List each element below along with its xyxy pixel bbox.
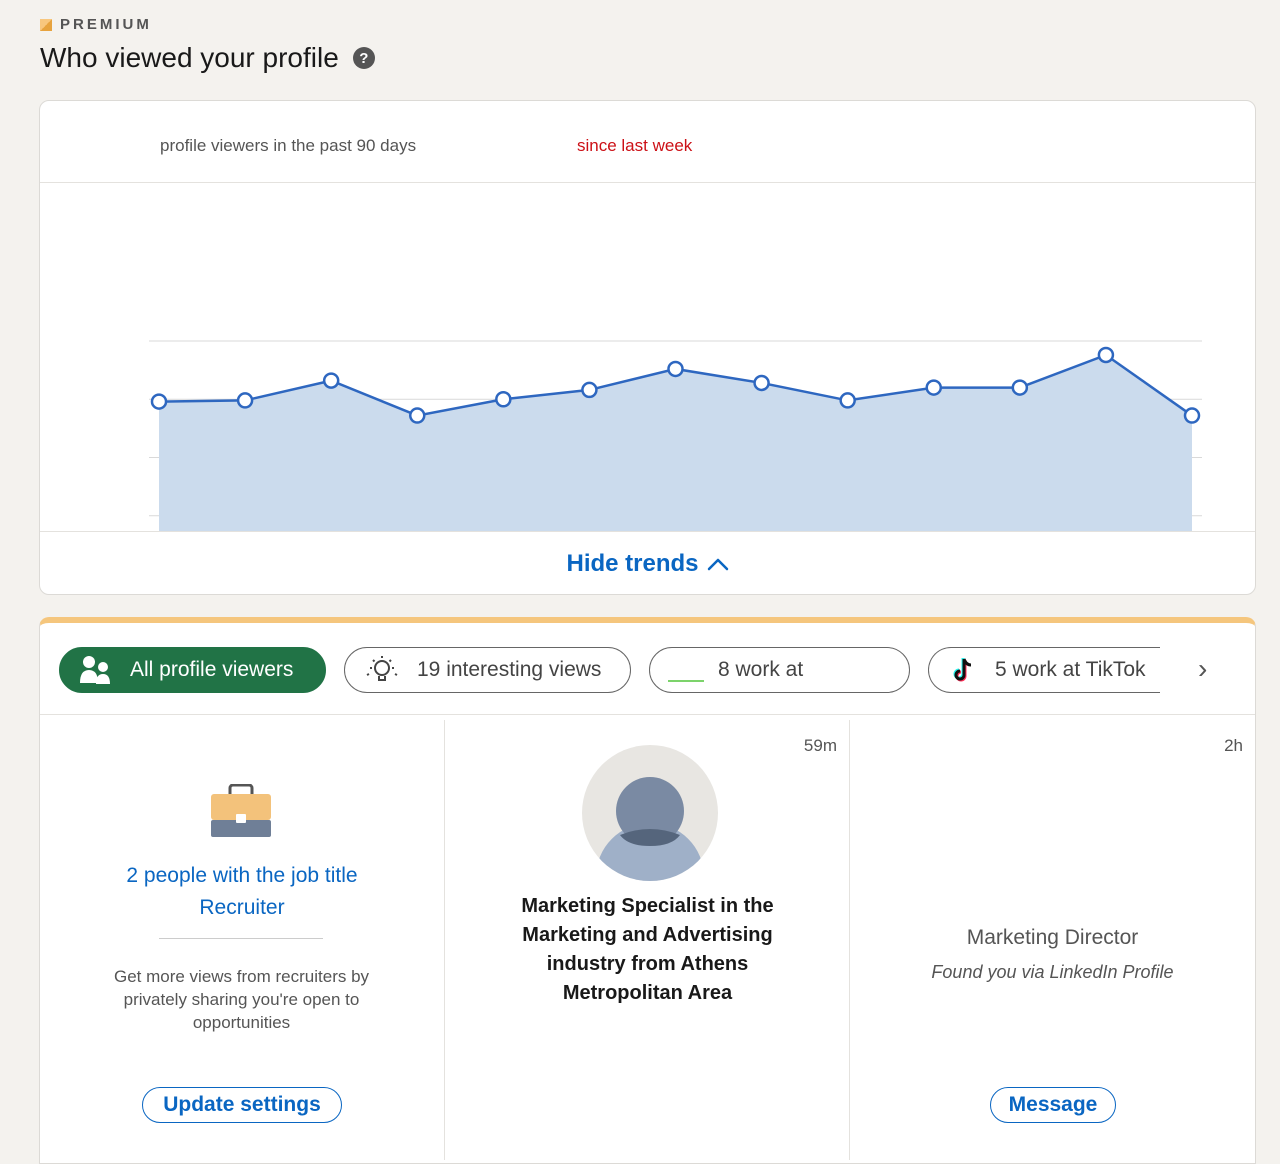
view-time: 59m bbox=[803, 736, 837, 755]
recruiter-title-line2: Recruiter bbox=[199, 896, 285, 919]
recruiter-title[interactable]: 2 people with the job title Recruiter bbox=[40, 860, 444, 924]
data-point-apr-20[interactable] bbox=[1011, 379, 1029, 396]
recruiter-insight-card: 2 people with the job title Recruiter Ge… bbox=[40, 720, 445, 1160]
question-circle-icon[interactable]: ? bbox=[352, 47, 375, 69]
data-point-mar-9[interactable] bbox=[495, 391, 512, 408]
filter-work-at-tiktok[interactable]: 5 work at TikTok bbox=[928, 647, 1160, 693]
profile-views-chart-card: profile viewers in the past 90 days sinc… bbox=[39, 100, 1256, 595]
filter-interesting-views[interactable]: 19 interesting views bbox=[344, 647, 631, 693]
filter-label: 8 work at bbox=[718, 658, 804, 681]
recruiter-title-line1: 2 people with the job title bbox=[126, 864, 358, 887]
data-point-apr-13[interactable] bbox=[925, 379, 942, 396]
filter-label: 19 interesting views bbox=[417, 658, 602, 681]
filter-all-profile-viewers[interactable]: All profile viewers bbox=[59, 647, 326, 693]
viewer-cards: 2 people with the job title Recruiter Ge… bbox=[40, 720, 1255, 1160]
change-label: since last week bbox=[577, 136, 693, 155]
filter-label: All profile viewers bbox=[130, 658, 294, 681]
filter-work-at-company[interactable]: 8 work at bbox=[649, 647, 910, 693]
page-title: Who viewed your profile ? bbox=[40, 42, 375, 74]
premium-logo-icon bbox=[40, 18, 52, 31]
message-button[interactable]: Message bbox=[990, 1087, 1116, 1123]
view-time: 2h bbox=[1224, 736, 1243, 755]
viewer-headline[interactable]: Marketing Specialist in the Marketing an… bbox=[495, 892, 800, 1008]
premium-label: PREMIUM bbox=[60, 16, 152, 33]
data-point-apr-6[interactable] bbox=[839, 392, 856, 409]
briefcase-icon bbox=[211, 784, 271, 837]
data-point-feb-9[interactable] bbox=[150, 393, 168, 410]
hide-trends-label: Hide trends bbox=[566, 549, 699, 577]
chart-summary: profile viewers in the past 90 days sinc… bbox=[40, 101, 1255, 183]
data-point-mar-2[interactable] bbox=[409, 407, 426, 424]
hide-trends-button[interactable]: Hide trends bbox=[566, 550, 728, 578]
views-trend-chart: 0Feb 9Feb 23Mar 9Mar 23Apr 6Apr 20May 4 bbox=[149, 340, 1202, 531]
divider bbox=[159, 938, 323, 939]
viewer-card-anonymous[interactable]: 59m Marketing Specialist in the Marketin… bbox=[445, 720, 850, 1160]
update-settings-button[interactable]: Update settings bbox=[142, 1087, 342, 1123]
chevron-right-icon[interactable]: › bbox=[1198, 653, 1207, 685]
data-point-feb-23[interactable] bbox=[322, 372, 340, 389]
tiktok-icon bbox=[949, 655, 979, 685]
profile-viewers-card: All profile viewers 19 interesting views bbox=[39, 617, 1256, 1164]
filter-label: 5 work at TikTok bbox=[995, 658, 1146, 681]
data-point-feb-16[interactable] bbox=[236, 392, 254, 409]
page-title-text: Who viewed your profile bbox=[40, 42, 339, 73]
viewer-filters: All profile viewers 19 interesting views bbox=[40, 623, 1255, 715]
data-point-mar-30[interactable] bbox=[753, 374, 770, 392]
chevron-up-icon bbox=[707, 558, 728, 570]
lightbulb-icon bbox=[365, 655, 399, 685]
data-point-mar-23[interactable] bbox=[667, 360, 684, 378]
data-point-may-4[interactable] bbox=[1183, 407, 1201, 424]
data-point-apr-27[interactable] bbox=[1097, 346, 1115, 364]
chart-footer: Hide trends bbox=[40, 531, 1255, 594]
anonymous-avatar-icon bbox=[582, 745, 718, 881]
company-logo-icon bbox=[666, 655, 706, 685]
data-point-mar-16[interactable] bbox=[581, 381, 598, 399]
viewer-source: Found you via LinkedIn Profile bbox=[931, 962, 1174, 982]
people-icon bbox=[80, 655, 112, 685]
viewer-title: Marketing Director bbox=[966, 926, 1139, 949]
viewer-card-director[interactable]: 2h Marketing Director Found you via Link… bbox=[850, 720, 1255, 1160]
premium-badge: PREMIUM bbox=[40, 16, 152, 33]
recruiter-description: Get more views from recruiters by privat… bbox=[113, 967, 370, 1032]
viewers-count-label: profile viewers in the past 90 days bbox=[160, 136, 417, 155]
